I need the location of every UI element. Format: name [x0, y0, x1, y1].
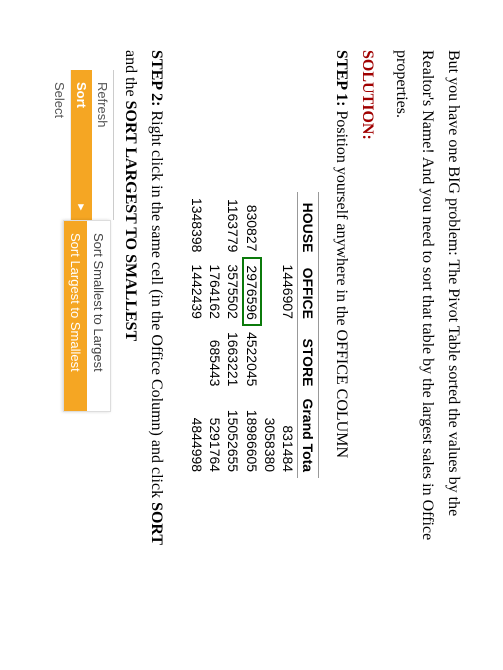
sort-submenu: Sort Smallest to Largest Sort Largest to…: [63, 220, 111, 412]
table-cell: [261, 258, 279, 325]
col-header: Grand Tota: [298, 392, 319, 478]
table-cell: 1163779: [224, 192, 243, 259]
step-2-text-b: and the: [122, 50, 139, 101]
col-header: STORE: [298, 325, 319, 393]
menu-select[interactable]: Select: [49, 70, 71, 220]
table-cell: 15052655: [224, 392, 243, 478]
submenu-arrow-icon: ▸: [75, 204, 88, 210]
context-menu: Refresh Sort ▸ Select: [49, 70, 114, 220]
solution-label: SOLUTION:: [357, 50, 377, 620]
table-cell: 1348398: [188, 192, 206, 259]
step-1: STEP 1: Position yourself anywhere in th…: [331, 50, 351, 620]
table-cell: [188, 325, 206, 393]
table-cell: [279, 325, 298, 393]
table-cell: [261, 192, 279, 259]
table-cell: [261, 325, 279, 393]
table-cell: 3058380: [261, 392, 279, 478]
step-2-label: STEP 2:: [148, 50, 165, 110]
step-2-text-a: Right click in the same cell (in the Off…: [148, 110, 165, 502]
table-cell: 831484: [279, 392, 298, 478]
table-cell: 830827: [243, 192, 261, 259]
intro-line-1: But you have one BIG problem: The Pivot …: [443, 50, 463, 620]
table-cell: 1764162: [206, 258, 224, 325]
table-cell: 1446907: [279, 258, 298, 325]
menu-refresh[interactable]: Refresh: [92, 70, 113, 220]
table-cell: 4522045: [243, 325, 261, 393]
step-2-line-1: STEP 2: Right click in the same cell (in…: [146, 50, 166, 620]
table-row: 1446907 831484: [279, 192, 298, 478]
table-cell: 685443: [206, 325, 224, 393]
table-row: 13483981442439 4844998: [188, 192, 206, 478]
table-cell: 1442439: [188, 258, 206, 325]
step-1-text: Position yourself anywhere in the OFFICE…: [333, 110, 350, 458]
table-row: 3058380: [261, 192, 279, 478]
step-2-line-2: and the SORT LARGEST TO SMALLEST: [120, 50, 140, 620]
table-row: 8308272976596452204518986605: [243, 192, 261, 478]
step-2-sort-kw: SORT: [148, 502, 165, 545]
col-header: HOUSE: [298, 192, 319, 259]
intro-line-3: properties.: [391, 50, 411, 620]
table-cell: 2976596: [243, 258, 261, 325]
menu-sort-label: Sort: [74, 82, 89, 108]
table-cell: [279, 192, 298, 259]
table-cell: [206, 192, 224, 259]
menu-sort[interactable]: Sort ▸: [71, 70, 92, 220]
sort-smallest-to-largest[interactable]: Sort Smallest to Largest: [87, 221, 110, 411]
table-cell: 5291764: [206, 392, 224, 478]
table-cell: 3575502: [224, 258, 243, 325]
sort-largest-to-smallest[interactable]: Sort Largest to Smallest: [64, 221, 87, 411]
col-header: OFFICE: [298, 258, 319, 325]
step-1-label: STEP 1:: [333, 50, 350, 110]
table-cell: 18986605: [243, 392, 261, 478]
table-row: 11637793575502166322115052655: [224, 192, 243, 478]
step-2-opt-kw: SORT LARGEST TO SMALLEST: [122, 101, 139, 342]
context-menu-area: Refresh Sort ▸ Select Sort Smallest to L…: [49, 70, 114, 620]
table-cell: 1663221: [224, 325, 243, 393]
table-row: 17641626854435291764: [206, 192, 224, 478]
pivot-table: HOUSE OFFICE STORE Grand Tota 1446907 831…: [188, 50, 319, 620]
table-cell: 4844998: [188, 392, 206, 478]
intro-line-2: Realtor's Name! And you need to sort tha…: [417, 50, 437, 620]
